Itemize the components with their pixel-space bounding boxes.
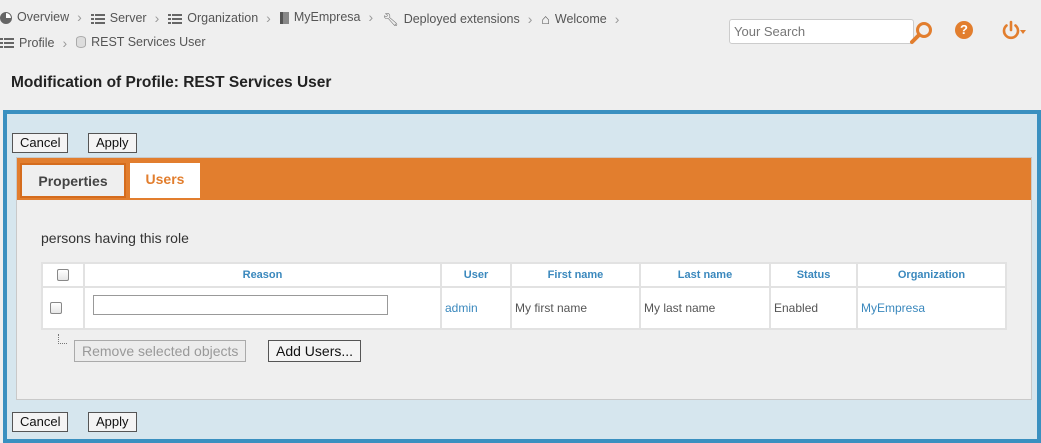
edit-panel: Cancel Apply Properties Users persons ha… (3, 110, 1041, 443)
last-name-cell: My last name (641, 288, 769, 328)
breadcrumb-item-myempresa[interactable]: MyEmpresa › (279, 6, 382, 29)
reason-input[interactable] (93, 295, 388, 315)
list-icon (168, 13, 183, 24)
chevron-right-icon: › (77, 9, 82, 25)
column-header-reason[interactable]: Reason (85, 264, 440, 286)
breadcrumb-label: REST Services User (91, 34, 206, 49)
breadcrumb-item-welcome[interactable]: ⌂ Welcome › (541, 8, 628, 31)
help-icon[interactable]: ? (955, 21, 973, 39)
apply-button-bottom[interactable]: Apply (88, 412, 137, 432)
breadcrumb-item-server[interactable]: Server › (90, 7, 169, 30)
status-cell: Enabled (771, 288, 856, 328)
first-name-cell: My first name (512, 288, 639, 328)
breadcrumb-label[interactable]: Deployed extensions (404, 8, 520, 31)
breadcrumb-item-overview[interactable]: Overview › (0, 6, 91, 29)
apply-button[interactable]: Apply (88, 133, 137, 153)
chevron-right-icon: › (527, 10, 533, 27)
breadcrumb-label[interactable]: Welcome (555, 8, 607, 31)
column-header-first-name[interactable]: First name (512, 264, 639, 286)
search-input[interactable] (729, 19, 914, 44)
reason-cell (85, 288, 440, 328)
breadcrumb-item-profile[interactable]: Profile › (0, 32, 76, 55)
column-header-last-name[interactable]: Last name (641, 264, 769, 286)
cancel-button-bottom[interactable]: Cancel (12, 412, 69, 432)
select-all-checkbox[interactable] (57, 269, 69, 281)
chevron-right-icon: › (614, 10, 620, 27)
chevron-right-icon: › (62, 34, 68, 51)
add-users-button[interactable]: Add Users... (268, 340, 362, 362)
breadcrumb-item-deployed-extensions[interactable]: 🔧︎ Deployed extensions › (382, 8, 541, 31)
breadcrumb: Overview › Server › Organization › MyEmpresa › 🔧… (0, 6, 690, 55)
power-menu-icon[interactable] (1001, 20, 1029, 42)
breadcrumb-item-organization[interactable]: Organization › (168, 7, 280, 30)
cancel-button[interactable]: Cancel (12, 133, 69, 153)
column-header-user[interactable]: User (442, 264, 510, 286)
breadcrumb-label[interactable]: Server (110, 7, 147, 30)
remove-selected-button[interactable]: Remove selected objects (74, 340, 247, 362)
database-icon (76, 36, 87, 48)
list-icon (0, 38, 14, 48)
search-icon[interactable] (909, 20, 935, 46)
chevron-right-icon: › (154, 10, 160, 26)
list-icon (90, 13, 105, 24)
row-checkbox[interactable] (50, 302, 62, 314)
breadcrumb-label[interactable]: Profile (19, 32, 54, 55)
tab-users[interactable]: Users (130, 163, 200, 198)
column-header-status[interactable]: Status (771, 264, 856, 286)
breadcrumb-label[interactable]: MyEmpresa (294, 6, 361, 29)
user-link[interactable]: admin (442, 288, 510, 328)
breadcrumb-label[interactable]: Overview (17, 6, 69, 29)
chevron-right-icon: › (368, 9, 374, 25)
column-header-organization[interactable]: Organization (858, 264, 1005, 286)
chevron-right-icon: › (266, 10, 271, 26)
tab-bar: Properties Users (17, 158, 1031, 200)
users-table: Reason User First name Last name Status … (41, 262, 1007, 330)
tree-connector (58, 334, 67, 344)
select-all-header (43, 264, 83, 286)
wrench-icon: 🔧︎ (382, 11, 399, 27)
breadcrumb-label[interactable]: Organization (187, 7, 258, 30)
tab-properties[interactable]: Properties (20, 163, 126, 198)
section-label: persons having this role (41, 230, 189, 246)
top-bar: Overview › Server › Organization › MyEmpresa › 🔧… (0, 0, 1041, 56)
page-title: Modification of Profile: REST Services U… (11, 74, 332, 91)
home-icon: ⌂ (541, 10, 550, 27)
organization-link[interactable]: MyEmpresa (858, 288, 1005, 328)
tab-container: Properties Users persons having this rol… (16, 157, 1032, 400)
breadcrumb-item-current: REST Services User (76, 31, 206, 54)
table-row-select (43, 288, 83, 328)
document-icon (279, 11, 289, 24)
overview-icon (0, 11, 12, 24)
